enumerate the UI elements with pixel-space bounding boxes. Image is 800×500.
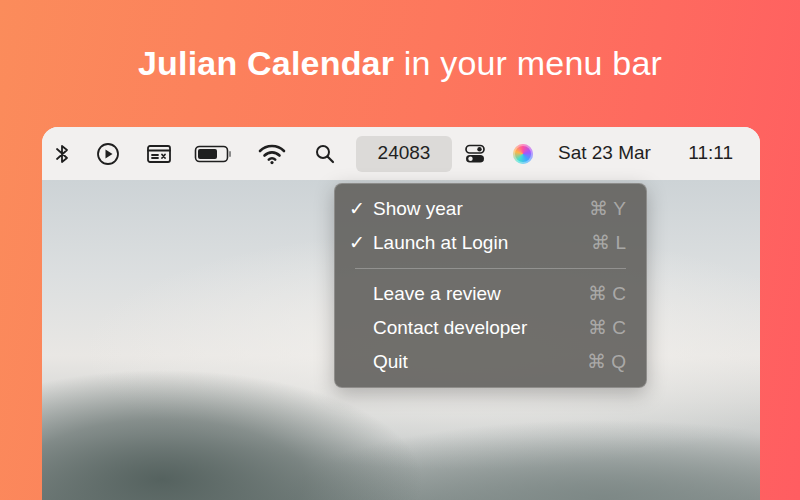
- menu-bar-date[interactable]: Sat 23 Mar: [558, 139, 651, 168]
- menu-item-shortcut: ⌘ C: [588, 280, 626, 309]
- menu-item-label: Quit: [373, 348, 408, 377]
- now-playing-icon[interactable]: [82, 127, 134, 180]
- status-item-menu: ✓Show year ⌘ Y ✓Launch at Login ⌘ L Leave a …: [334, 183, 647, 388]
- menu-item-label: Show year: [373, 195, 463, 224]
- menu-item[interactable]: ✓Launch at Login ⌘ L: [335, 226, 646, 260]
- menu-item[interactable]: Contact developer ⌘ C: [335, 311, 646, 345]
- siri-icon[interactable]: [498, 127, 548, 180]
- menu-item-check: ✓: [349, 229, 373, 258]
- menu-item-shortcut: ⌘ Q: [587, 348, 626, 377]
- desktop-window: 24083Sat 23 Mar11:11 ✓Show year⌘ Y✓Launc…: [42, 127, 760, 500]
- julian-date-label: 24083: [378, 139, 431, 168]
- menu-item-label: Launch at Login: [373, 229, 508, 258]
- menu-item-shortcut: ⌘ C: [588, 314, 626, 343]
- siri-orb-icon: [513, 144, 533, 164]
- control-center-icon[interactable]: [452, 127, 498, 180]
- menu-item[interactable]: ✓Show year ⌘ Y: [335, 192, 646, 226]
- menu-item-label: Leave a review: [373, 280, 501, 309]
- menu-separator: [355, 268, 626, 269]
- julian-date-status-item[interactable]: 24083: [356, 136, 452, 172]
- menu-item[interactable]: Leave a review ⌘ C: [335, 277, 646, 311]
- menu-item-shortcut: ⌘ L: [591, 229, 626, 258]
- headline-bold: Julian Calendar: [138, 38, 394, 89]
- battery-icon[interactable]: [184, 127, 242, 180]
- headline-rest: in your menu bar: [404, 38, 662, 89]
- bluetooth-icon[interactable]: [42, 127, 82, 180]
- menu-item[interactable]: Quit ⌘ Q: [335, 345, 646, 379]
- menu-item-shortcut: ⌘ Y: [589, 195, 626, 224]
- search-icon[interactable]: [302, 127, 348, 180]
- menu-item-label: Contact developer: [373, 314, 527, 343]
- menu-bar-clock[interactable]: 11:11: [688, 139, 733, 168]
- menu-bar: 24083 Sat 23 Mar 11:11: [42, 127, 760, 180]
- display-icon[interactable]: [134, 127, 184, 180]
- wifi-icon[interactable]: [242, 127, 302, 180]
- menu-item-check: ✓: [349, 195, 373, 224]
- headline: Julian Calendarin your menu bar: [0, 0, 800, 127]
